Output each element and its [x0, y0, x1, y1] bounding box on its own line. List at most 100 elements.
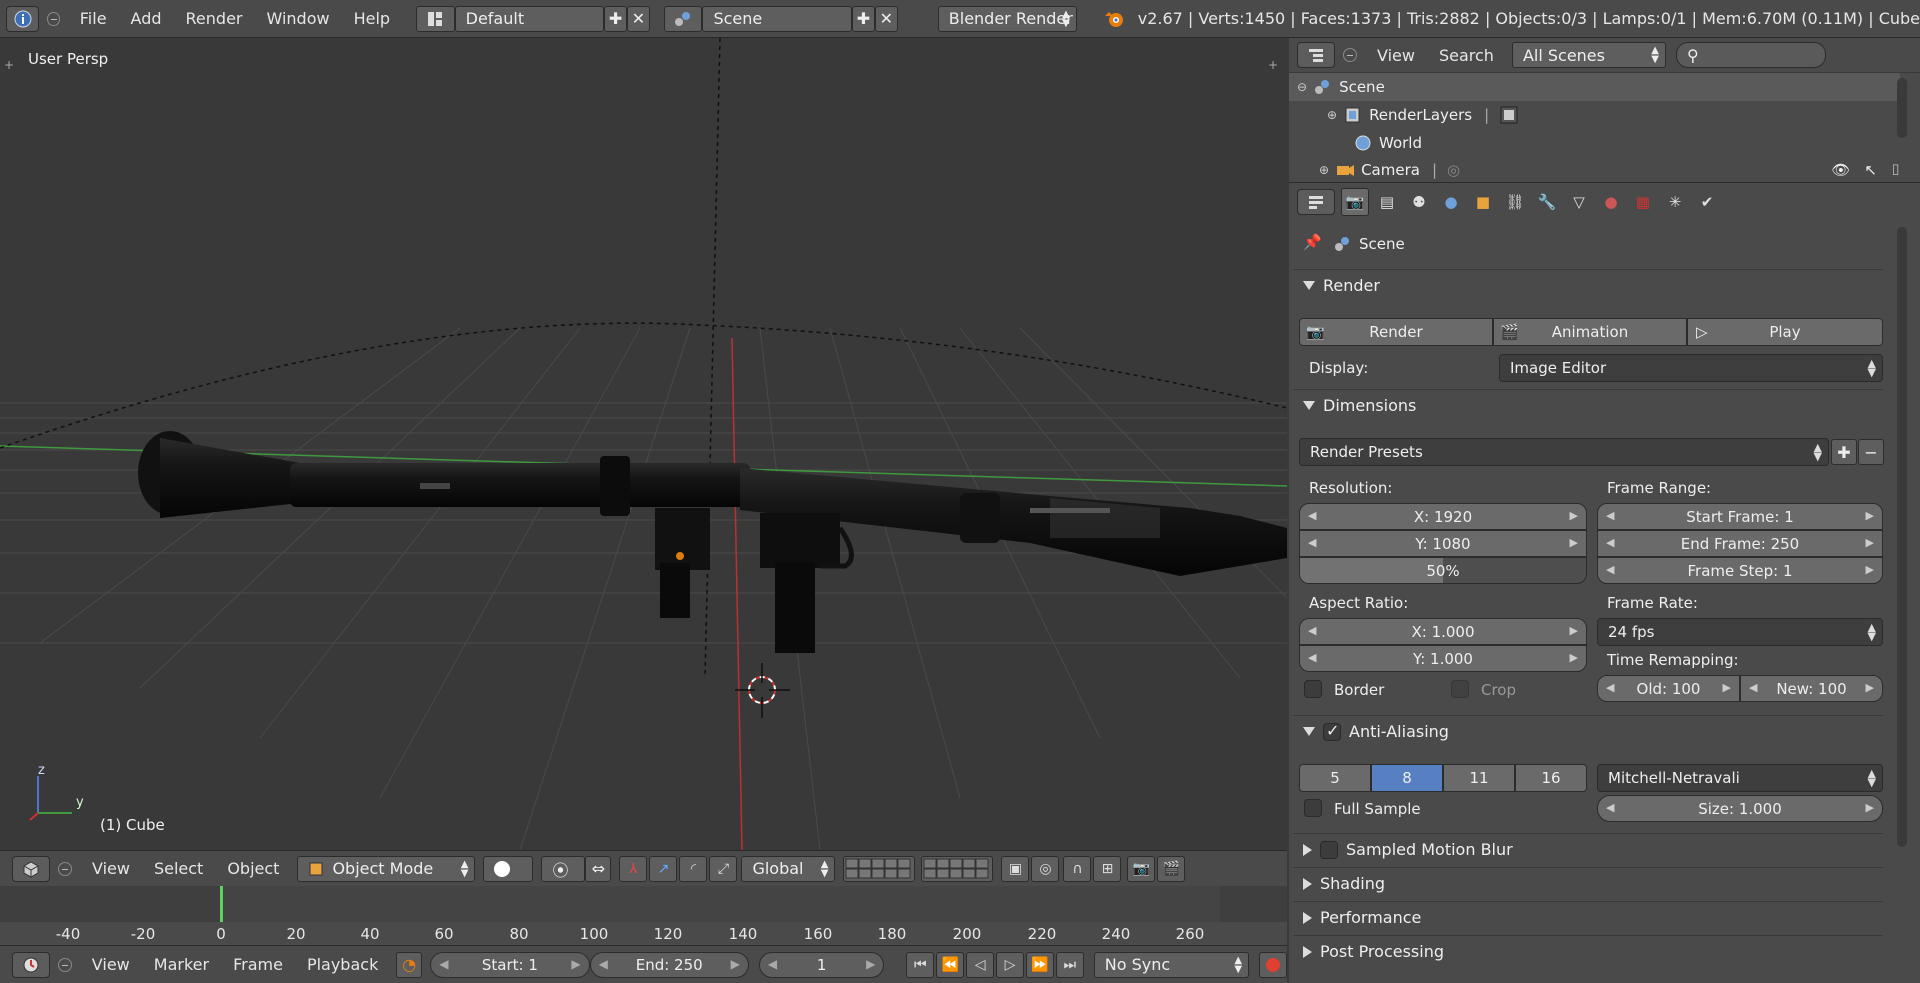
border-checkbox[interactable] [1304, 680, 1322, 698]
aa-samples-11[interactable]: 11 [1443, 764, 1515, 792]
remove-screen-button[interactable]: ✕ [627, 5, 650, 32]
timeline-area[interactable] [0, 886, 1287, 922]
properties-toggle-icon[interactable]: + [1268, 58, 1278, 72]
layers-row-1[interactable] [843, 855, 916, 882]
collapse-menus-icon[interactable] [57, 957, 72, 972]
add-preset-button[interactable]: ✚ [1831, 439, 1857, 465]
next-keyframe-button[interactable]: ⏩ [1025, 951, 1054, 978]
menu-marker[interactable]: Marker [142, 955, 221, 974]
play-button[interactable]: ▷ [996, 951, 1024, 978]
menu-render[interactable]: Render [174, 9, 255, 28]
remove-scene-button[interactable]: ✕ [874, 5, 898, 32]
panel-header-motion-blur[interactable]: Sampled Motion Blur [1293, 833, 1883, 865]
display-mode-select[interactable]: All Scenes ▲ ▼ [1511, 42, 1666, 68]
menu-view[interactable]: View [80, 955, 142, 974]
tab-object[interactable]: ■ [1469, 188, 1497, 216]
outliner-row-world[interactable]: World [1289, 129, 1900, 157]
sync-mode-select[interactable]: No Sync ▲ ▼ [1093, 951, 1250, 978]
collapse-icon[interactable]: ⊖ [1297, 80, 1307, 94]
menu-playback[interactable]: Playback [295, 955, 390, 974]
panel-header-render[interactable]: Render [1293, 269, 1883, 301]
jump-start-button[interactable]: ⏮ [906, 951, 935, 978]
outliner-row-camera[interactable]: ⊕ Camera | ◎ 👁 ↖ ⌷ [1289, 157, 1900, 182]
snap-element-select[interactable]: ⊞ [1093, 855, 1122, 882]
pivot-point-select[interactable]: ⦿ [541, 855, 586, 882]
aspect-x-field[interactable]: ◀ X: 1.000 ▶ [1299, 618, 1587, 645]
menu-file[interactable]: File [68, 9, 119, 28]
menu-add[interactable]: Add [119, 9, 174, 28]
expand-icon[interactable]: ⊕ [1319, 163, 1329, 177]
toolshelf-toggle-icon[interactable]: + [4, 58, 14, 72]
frame-step-field[interactable]: ◀ Frame Step: 1 ▶ [1597, 557, 1883, 584]
play-reverse-button[interactable]: ◁ [966, 951, 995, 978]
aa-samples-16[interactable]: 16 [1515, 764, 1587, 792]
frame-rate-select[interactable]: 24 fps ▲ ▼ [1597, 618, 1883, 646]
panel-header-performance[interactable]: Performance [1293, 901, 1883, 933]
start-frame-field[interactable]: ◀ Start Frame: 1 ▶ [1597, 503, 1883, 530]
tab-physics[interactable]: ✔ [1693, 188, 1721, 216]
menu-select[interactable]: Select [142, 859, 215, 878]
menu-search[interactable]: Search [1427, 46, 1506, 65]
play-animation-button[interactable]: ▷ Play [1687, 318, 1883, 346]
outliner-row-scene[interactable]: ⊖ Scene [1289, 73, 1900, 101]
tab-data[interactable]: ▽ [1565, 188, 1593, 216]
aa-filter-size-field[interactable]: ◀ Size: 1.000 ▶ [1597, 795, 1883, 822]
resolution-y-field[interactable]: ◀ Y: 1080 ▶ [1299, 530, 1587, 557]
outliner-scrollbar[interactable] [1897, 78, 1907, 138]
panel-header-shading[interactable]: Shading [1293, 867, 1883, 899]
render-presets-select[interactable]: Render Presets ▲ ▼ [1299, 438, 1829, 466]
time-new-field[interactable]: ◀ New: 100 ▶ [1740, 675, 1883, 702]
editor-type-outliner-button[interactable] [1297, 42, 1335, 68]
add-scene-button[interactable]: ✚ [851, 5, 875, 32]
cursor-icon[interactable]: ↖ [1864, 161, 1877, 179]
move-manipulator-button[interactable]: ↗ [649, 855, 678, 882]
menu-view[interactable]: View [80, 859, 142, 878]
tab-particles[interactable]: ✳ [1661, 188, 1689, 216]
properties-scrollbar[interactable] [1897, 227, 1907, 847]
tab-texture[interactable]: ▦ [1629, 188, 1657, 216]
panel-header-antialiasing[interactable]: Anti-Aliasing [1293, 715, 1883, 747]
preview-range-button[interactable]: ◔ [396, 951, 423, 978]
menu-window[interactable]: Window [255, 9, 342, 28]
render-image-button[interactable]: 📷 Render [1299, 318, 1493, 346]
resolution-percentage-slider[interactable]: 50% [1299, 557, 1587, 584]
jump-end-button[interactable]: ⏭ [1055, 951, 1084, 978]
collapse-menus-icon[interactable] [58, 861, 72, 876]
end-frame-field[interactable]: ◀ End Frame: 250 ▶ [1597, 530, 1883, 557]
editor-type-timeline-button[interactable] [12, 951, 50, 978]
collapse-menus-icon[interactable] [47, 11, 60, 26]
tab-render-layers[interactable]: ▤ [1373, 188, 1401, 216]
render-camera-icon[interactable]: ⌷ [1891, 161, 1900, 179]
menu-view[interactable]: View [1365, 46, 1427, 65]
menu-frame[interactable]: Frame [221, 955, 295, 974]
aspect-y-field[interactable]: ◀ Y: 1.000 ▶ [1299, 645, 1587, 672]
aa-samples-5[interactable]: 5 [1299, 764, 1371, 792]
pin-icon[interactable]: 📌 [1303, 233, 1322, 251]
display-select[interactable]: Image Editor ▲ ▼ [1499, 354, 1883, 382]
panel-header-post-processing[interactable]: Post Processing [1293, 935, 1883, 967]
rotate-manipulator-button[interactable]: ◜ [679, 855, 708, 882]
remove-preset-button[interactable]: − [1858, 439, 1884, 465]
resolution-x-field[interactable]: ◀ X: 1920 ▶ [1299, 503, 1587, 530]
time-old-field[interactable]: ◀ Old: 100 ▶ [1597, 675, 1740, 702]
viewport-shading-select[interactable] [483, 855, 534, 882]
manipulator-toggle-button[interactable]: ⇔ [585, 855, 612, 882]
tab-world[interactable]: ● [1437, 188, 1465, 216]
collapse-menus-icon[interactable] [1343, 48, 1357, 62]
aa-samples-8[interactable]: 8 [1371, 764, 1443, 792]
expand-icon[interactable]: ⊕ [1327, 108, 1337, 122]
editor-type-info-button[interactable] [6, 5, 40, 32]
motion-blur-checkbox[interactable] [1320, 840, 1338, 859]
start-frame-field[interactable]: ◀ Start: 1 ▶ [430, 951, 590, 978]
scene-icon-button[interactable] [663, 5, 703, 32]
tab-material[interactable]: ● [1597, 188, 1625, 216]
render-opengl-anim-button[interactable]: 🎬 [1157, 855, 1186, 882]
layers-row-2[interactable] [921, 855, 994, 882]
record-keyframe-button[interactable] [1259, 951, 1287, 978]
tab-scene[interactable]: ⚉ [1405, 188, 1433, 216]
menu-object[interactable]: Object [215, 859, 291, 878]
panel-header-dimensions[interactable]: Dimensions [1293, 389, 1883, 421]
outliner-search-input[interactable]: ⚲ [1675, 42, 1826, 68]
eye-icon[interactable]: 👁 [1831, 161, 1850, 179]
editor-type-3dview-button[interactable] [12, 855, 50, 882]
